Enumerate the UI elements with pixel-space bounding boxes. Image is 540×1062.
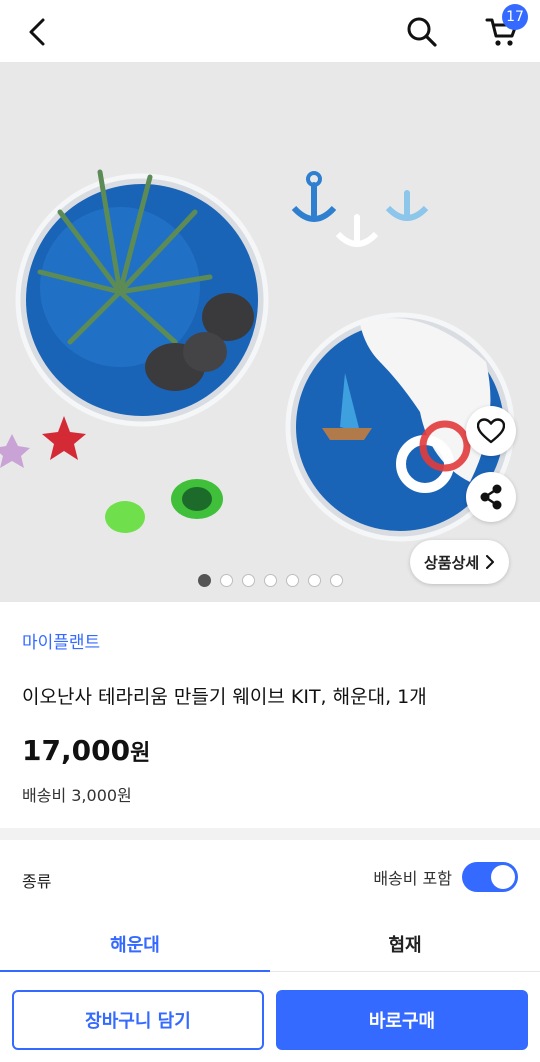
cart-button[interactable]: 17 [478,4,528,54]
wishlist-button[interactable] [466,406,516,456]
top-bar: 17 [0,0,540,62]
option-label: 종류 [22,872,52,891]
share-icon [480,484,502,510]
product-info: 마이플랜트 이오난사 테라리움 만들기 웨이브 KIT, 해운대, 1개 17,… [0,602,540,828]
pagination-dot [241,574,255,587]
shipping-fee: 배송비 3,000원 [22,786,132,805]
shipping-included-label: 배송비 포함 [373,869,452,888]
option-row: 종류 배송비 포함 [0,840,540,916]
chevron-right-icon [486,555,495,569]
cart-count-badge: 17 [502,4,528,30]
product-detail-label: 상품상세 [424,553,480,572]
shipping-included-toggle-group: 배송비 포함 [373,862,518,892]
price-unit: 원 [130,741,151,766]
search-icon [407,17,437,47]
product-image-gallery[interactable]: 상품상세 [0,62,540,602]
back-button[interactable] [18,12,58,52]
toggle-knob [491,865,515,889]
add-to-cart-button[interactable]: 장바구니 담기 [12,990,264,1050]
pagination-dot [263,574,277,587]
share-button[interactable] [466,472,516,522]
pagination-dot [285,574,299,587]
heart-icon [477,418,505,444]
gallery-pagination [0,574,540,587]
tab-hyeopjae[interactable]: 협재 [270,916,540,972]
shipping-included-toggle[interactable] [462,862,518,892]
product-title: 이오난사 테라리움 만들기 웨이브 KIT, 해운대, 1개 [22,686,427,708]
bottom-action-bar: 장바구니 담기 바로구매 [0,972,540,1062]
option-tabs: 해운대 협재 [0,916,540,973]
search-button[interactable] [400,10,444,54]
tab-haeundae[interactable]: 해운대 [0,916,270,973]
pagination-dot [329,574,343,587]
buy-now-button[interactable]: 바로구매 [276,990,528,1050]
section-divider [0,828,540,840]
pagination-dot [307,574,321,587]
product-price: 17,000원 [22,734,150,767]
brand-link[interactable]: 마이플랜트 [22,628,100,653]
pagination-dot [219,574,233,587]
chevron-left-icon [29,18,45,46]
product-photo [0,62,540,602]
pagination-dot [197,574,211,587]
price-number: 17,000 [22,734,131,767]
